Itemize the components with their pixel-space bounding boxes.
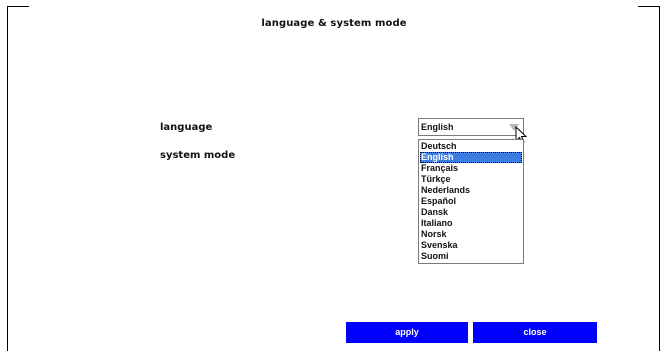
system-mode-label: system mode — [160, 150, 236, 161]
dropdown-option[interactable]: Suomi — [420, 251, 522, 262]
close-button[interactable]: close — [473, 322, 597, 343]
dropdown-option[interactable]: Español — [420, 196, 522, 207]
dropdown-option[interactable]: Nederlands — [420, 185, 522, 196]
apply-button[interactable]: apply — [346, 322, 468, 343]
frame-border-top-right — [638, 6, 660, 7]
frame-border-left — [7, 6, 8, 351]
dropdown-option[interactable]: English — [420, 152, 522, 163]
language-select-value: English — [421, 122, 454, 132]
dropdown-option[interactable]: Italiano — [420, 218, 522, 229]
dialog-frame — [7, 6, 660, 351]
dialog-title: language & system mode — [261, 18, 407, 29]
language-label: language — [160, 122, 213, 133]
dropdown-option[interactable]: Svenska — [420, 240, 522, 251]
dropdown-option[interactable]: Norsk — [420, 229, 522, 240]
frame-border-top-left — [7, 6, 29, 7]
language-select[interactable]: English — [418, 118, 524, 136]
dropdown-option[interactable]: Deutsch — [420, 141, 522, 152]
language-dropdown-list[interactable]: Deutsch English Français Türkçe Nederlands Es… — [418, 139, 524, 264]
dropdown-option[interactable]: Français — [420, 163, 522, 174]
dropdown-option[interactable]: Dansk — [420, 207, 522, 218]
frame-border-right — [659, 6, 660, 351]
dropdown-option[interactable]: Türkçe — [420, 174, 522, 185]
